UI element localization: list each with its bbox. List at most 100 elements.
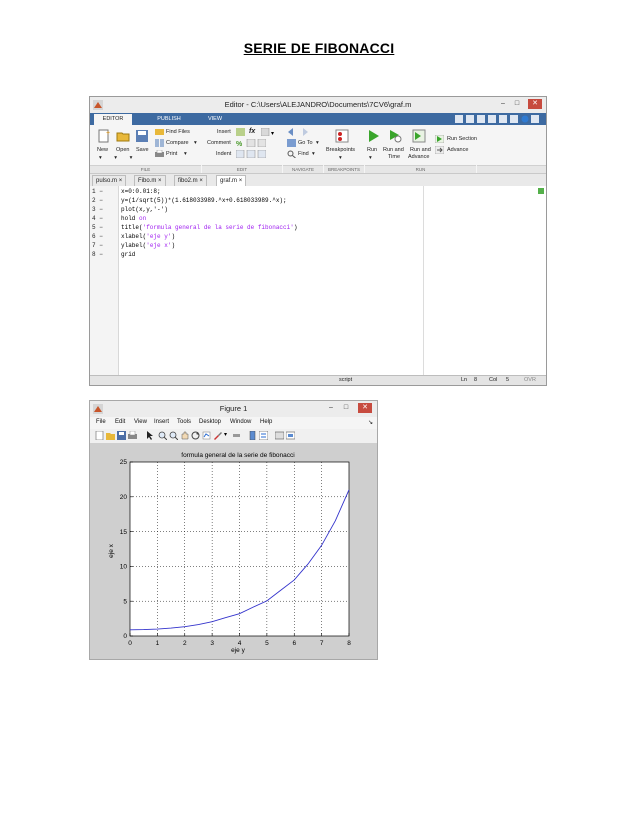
run-and-time-icon[interactable] [388, 129, 402, 143]
close-tab-icon[interactable]: × [239, 178, 243, 184]
code-line: ylabel('eje x') [121, 242, 176, 249]
insert-colorbar-icon[interactable] [248, 431, 257, 440]
maximize-button[interactable]: □ [512, 99, 522, 109]
y-axis-label: eje x [108, 543, 115, 557]
breakpoints-icon[interactable] [335, 129, 349, 143]
go-to-dropdown-icon[interactable]: ▾ [316, 140, 319, 146]
menu-edit[interactable]: Edit [115, 419, 125, 425]
file-tab-pulso[interactable]: pulso.m × [92, 175, 127, 186]
code-analyzer-indicator-icon[interactable] [538, 188, 544, 194]
menu-desktop[interactable]: Desktop [199, 419, 221, 425]
y-tick-label: 0 [123, 633, 127, 640]
run-and-time-label-1[interactable]: Run and [383, 147, 404, 153]
line-number: 7 − [92, 242, 103, 249]
compare-button[interactable]: Compare [166, 140, 189, 146]
fibonacci-plot[interactable]: formula general de la serie de fibonacci… [90, 443, 377, 659]
go-to-button[interactable]: Go To [298, 140, 313, 146]
maximize-button[interactable]: □ [341, 403, 351, 413]
close-tab-icon[interactable]: × [199, 178, 203, 184]
run-and-advance-label-2[interactable]: Advance [408, 154, 429, 160]
insert-section-icon[interactable] [236, 128, 245, 136]
run-dropdown-icon[interactable]: ▾ [369, 155, 372, 161]
indent-icons[interactable] [236, 150, 266, 158]
show-plot-tools-icon[interactable] [286, 431, 295, 440]
figure-title-bar: Figure 1 – □ ✕ [90, 401, 377, 417]
comment-icons[interactable]: % [236, 139, 266, 147]
save-disk-icon[interactable] [135, 129, 149, 143]
editor-window-title: Editor - C:\Users\ALEJANDRO\Documents\7C… [224, 100, 412, 109]
menu-view[interactable]: View [134, 419, 147, 425]
status-col: 5 [506, 377, 510, 383]
menu-help[interactable]: Help [260, 419, 272, 425]
pan-hand-icon[interactable] [180, 431, 189, 440]
edit-plot-arrow-icon[interactable] [145, 431, 154, 440]
menu-insert[interactable]: Insert [154, 419, 169, 425]
tab-view[interactable]: VIEW [200, 114, 230, 125]
open-button[interactable]: Open [116, 147, 129, 153]
find-button[interactable]: Find [298, 151, 309, 157]
zoom-in-icon[interactable] [158, 431, 167, 440]
editor-title-bar: Editor - C:\Users\ALEJANDRO\Documents\7C… [90, 97, 546, 113]
rotate-3d-icon[interactable] [191, 431, 200, 440]
tab-publish[interactable]: PUBLISH [150, 114, 188, 125]
open-folder-icon[interactable] [116, 129, 130, 143]
close-button[interactable]: ✕ [528, 99, 542, 109]
menu-file[interactable]: File [96, 419, 106, 425]
minimize-button[interactable]: – [326, 403, 336, 413]
code-editor[interactable]: 1 − 2 − 3 − 4 − 5 − 6 − 7 − 8 − x=0:0.01… [90, 186, 546, 375]
open-file-icon[interactable] [106, 431, 115, 440]
save-button[interactable]: Save [136, 147, 149, 153]
menu-window[interactable]: Window [230, 419, 251, 425]
string-literal: 'eje y' [146, 233, 172, 240]
menu-tools[interactable]: Tools [177, 419, 191, 425]
file-tab-fibo[interactable]: Fibo.m × [134, 175, 166, 186]
run-button[interactable]: Run [367, 147, 377, 153]
menu-dock-arrow-icon[interactable]: ↘ [368, 419, 373, 426]
file-tab-graf[interactable]: graf.m × [216, 175, 247, 186]
close-button[interactable]: ✕ [358, 403, 372, 413]
insert-button[interactable]: Insert [217, 129, 231, 135]
insert-legend-icon[interactable] [259, 431, 268, 440]
group-label-breakpoints: BREAKPOINTS [324, 165, 364, 173]
tab-editor[interactable]: EDITOR [94, 114, 132, 125]
run-and-advance-icon[interactable] [412, 129, 426, 143]
save-figure-icon[interactable] [117, 431, 126, 440]
print-icon [155, 150, 164, 157]
print-button[interactable]: Print [166, 151, 177, 157]
new-button[interactable]: New [97, 147, 108, 153]
brush-dropdown-icon[interactable]: ▾ [224, 431, 227, 438]
close-tab-icon[interactable]: × [119, 178, 123, 184]
close-tab-icon[interactable]: × [158, 178, 162, 184]
indent-button[interactable]: Indent [216, 151, 231, 157]
ribbon-tab-bar: EDITOR PUBLISH VIEW [90, 113, 546, 125]
file-tab-fibo2[interactable]: fibo2.m × [174, 175, 207, 186]
new-file-icon[interactable]: + [97, 129, 111, 143]
advance-button[interactable]: Advance [447, 147, 468, 153]
print-dropdown-icon[interactable]: ▾ [184, 151, 187, 157]
run-and-time-label-2[interactable]: Time [388, 154, 400, 160]
quick-access-toolbar-icon[interactable] [455, 115, 540, 123]
status-bar: script Ln 8 Col 5 OVR [90, 375, 546, 385]
breakpoints-button[interactable]: Breakpoints [326, 147, 355, 153]
compare-dropdown-icon[interactable]: ▾ [194, 140, 197, 146]
zoom-out-icon[interactable] [169, 431, 178, 440]
print-figure-icon[interactable] [128, 431, 137, 440]
ribbon-toolstrip: + New Open Save ▾ ▾ ▾ Find Files Compare… [90, 125, 546, 174]
hide-plot-tools-icon[interactable] [275, 431, 284, 440]
comment-button[interactable]: Comment [207, 140, 231, 146]
data-cursor-icon[interactable] [202, 431, 211, 440]
fx-button[interactable]: fx [249, 128, 255, 135]
insert-dropdown-icon[interactable]: ▾ [261, 128, 277, 136]
find-files-button[interactable]: Find Files [166, 129, 190, 135]
find-dropdown-icon[interactable]: ▾ [312, 151, 315, 157]
back-forward-icon[interactable] [287, 128, 309, 136]
breakpoints-dropdown-icon[interactable]: ▾ [339, 155, 342, 161]
new-figure-icon[interactable] [95, 431, 104, 440]
brush-icon[interactable] [213, 431, 222, 440]
link-plot-icon[interactable] [232, 431, 241, 440]
run-play-icon[interactable] [366, 129, 380, 143]
minimize-button[interactable]: – [498, 99, 508, 109]
figure-window: Figure 1 – □ ✕ File Edit View Insert Too… [89, 400, 378, 660]
run-and-advance-label-1[interactable]: Run and [410, 147, 431, 153]
run-section-button[interactable]: Run Section [447, 136, 477, 142]
